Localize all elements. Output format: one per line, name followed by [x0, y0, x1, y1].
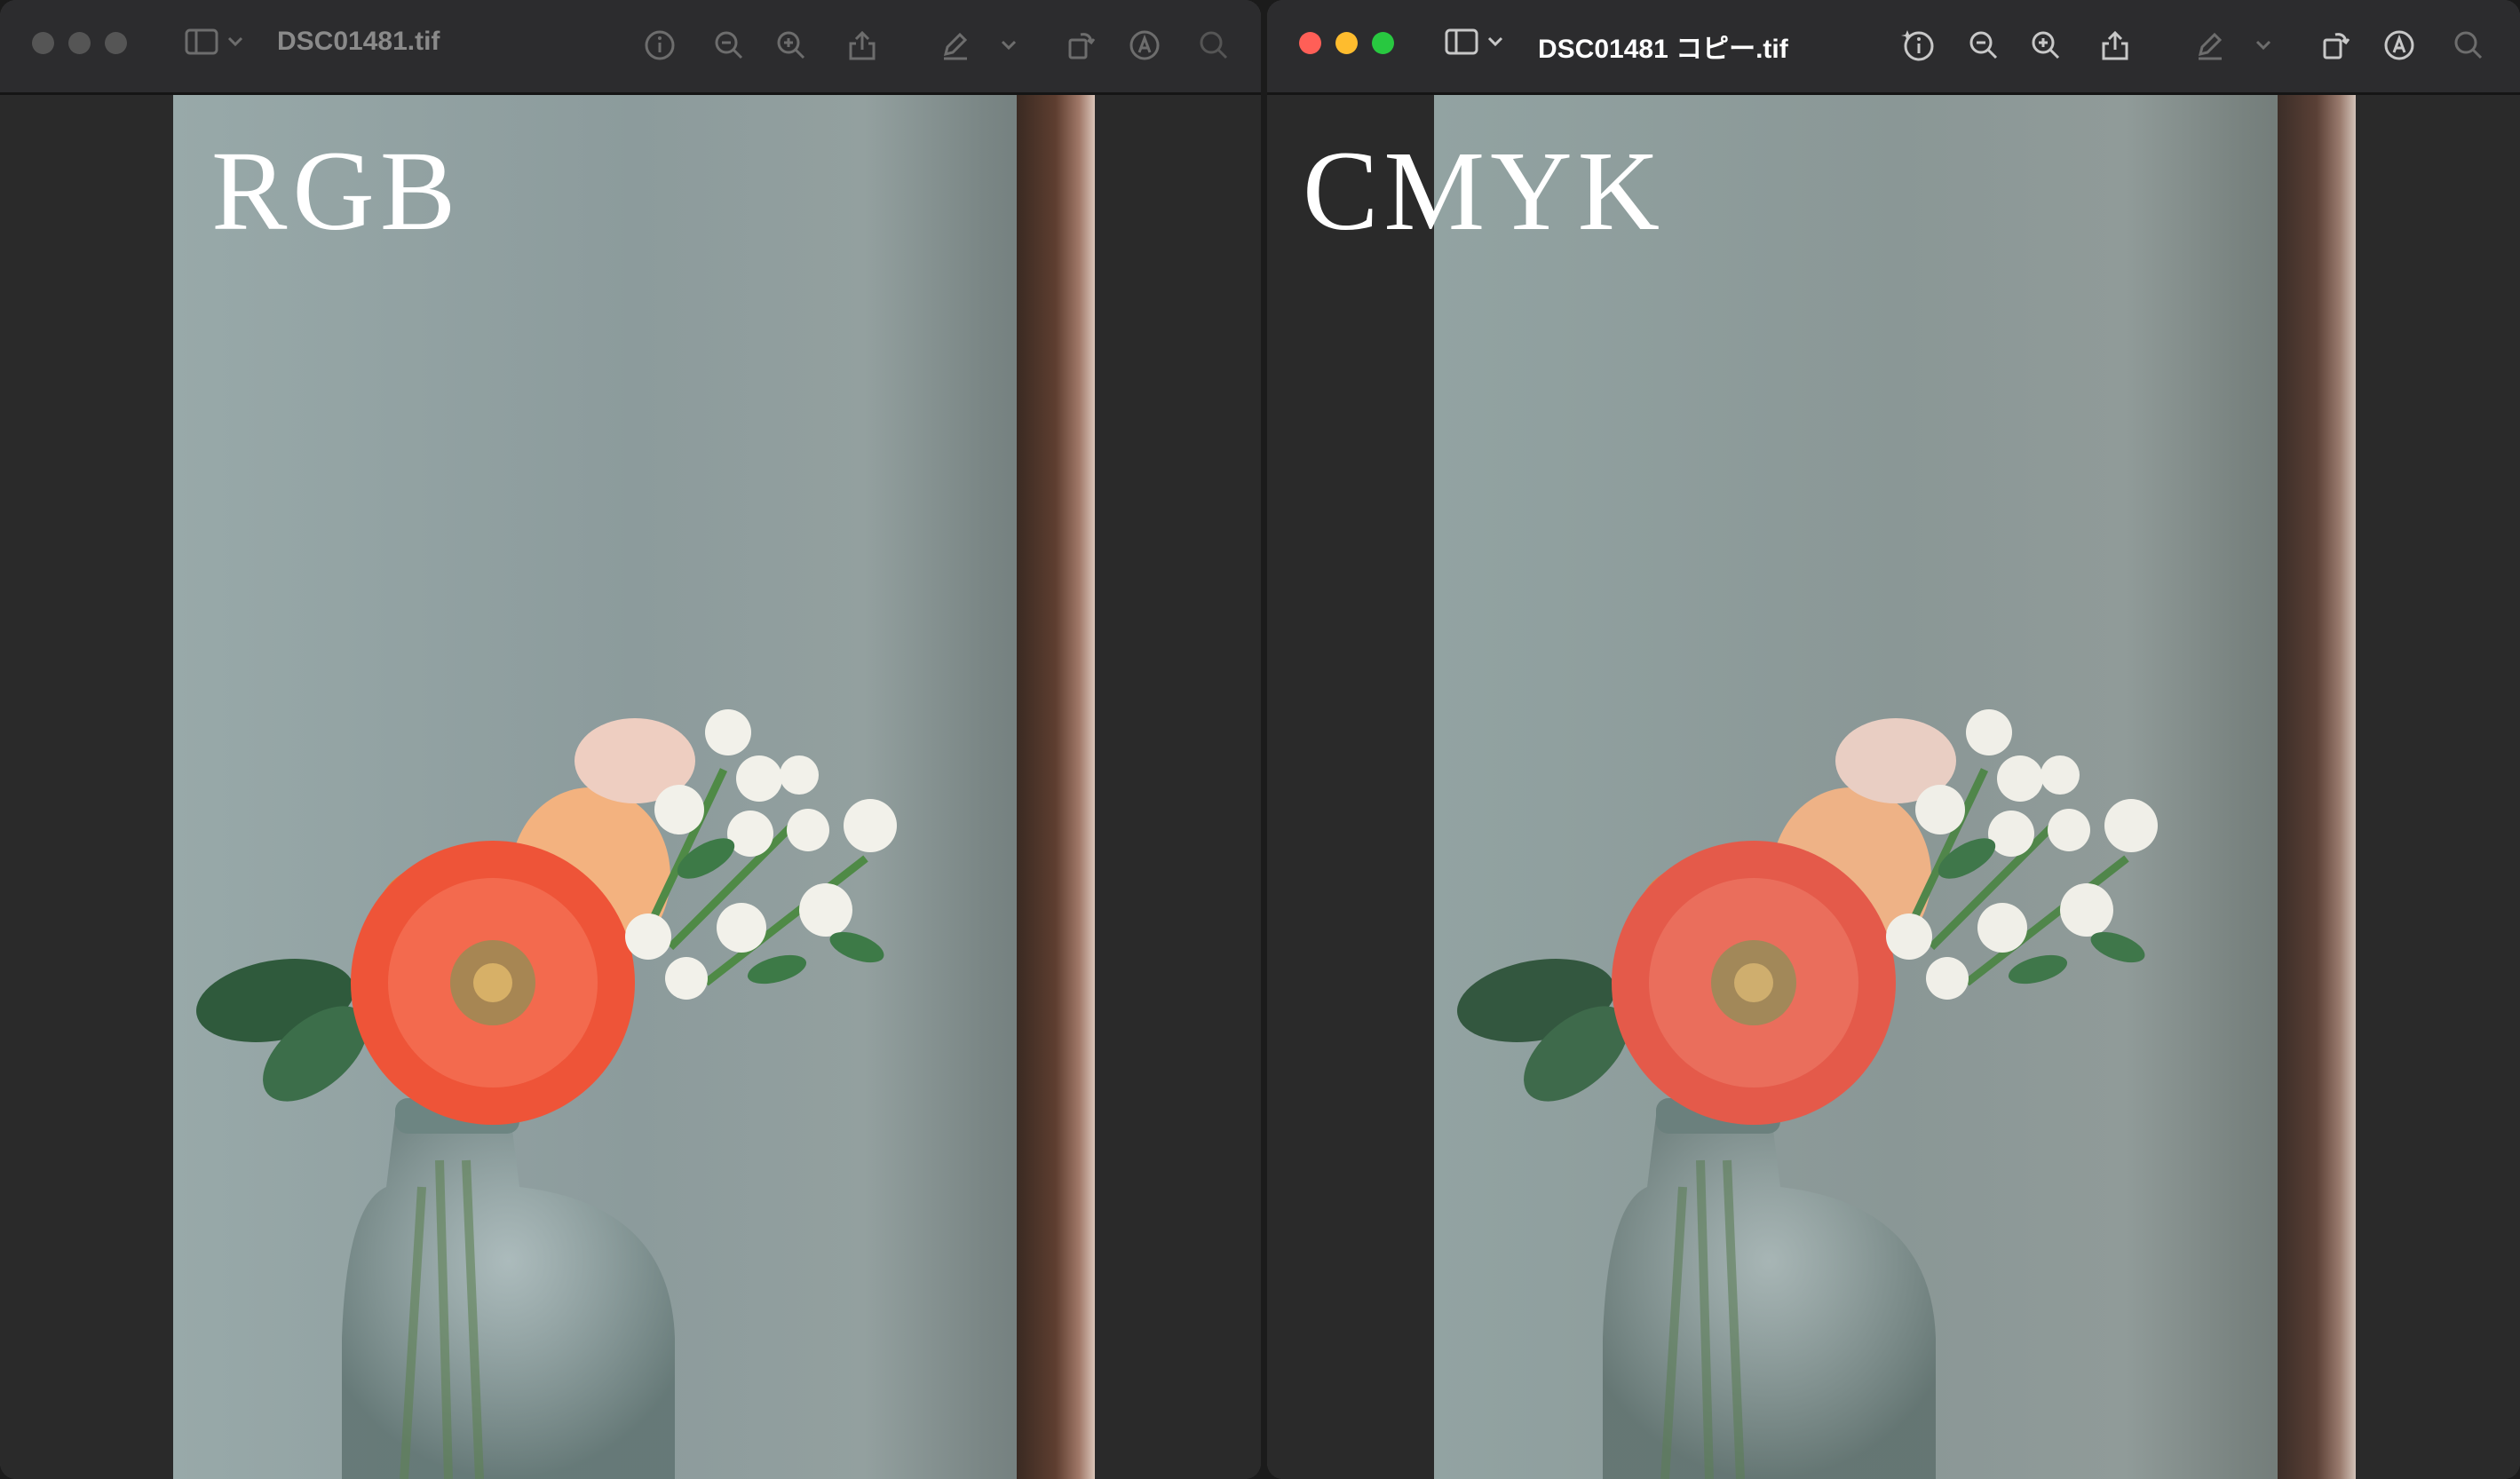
zoom-in-button[interactable]	[773, 27, 810, 64]
close-button[interactable]	[32, 32, 54, 54]
annotate-icon	[2384, 30, 2414, 60]
image-canvas: CMYK	[1267, 95, 2520, 1479]
color-mode-label: RGB	[211, 128, 462, 254]
window-title: DSC01481.tif	[277, 27, 440, 56]
rotate-button[interactable]	[2317, 27, 2354, 64]
search-button[interactable]	[1195, 27, 1232, 64]
zoom-out-button[interactable]	[1965, 27, 2002, 64]
chevron-down-icon	[2255, 40, 2271, 51]
sidebar-icon	[185, 28, 218, 55]
zoom-out-icon	[1969, 31, 1998, 59]
markup-button[interactable]	[936, 27, 973, 64]
rotate-icon	[2323, 33, 2350, 59]
color-mode-label: CMYK	[1303, 128, 1666, 254]
info-button[interactable]	[641, 27, 678, 64]
markup-icon	[943, 32, 968, 60]
image-canvas: RGB	[0, 95, 1261, 1479]
photo-image	[1434, 95, 2356, 1479]
annotate-button[interactable]	[2381, 27, 2418, 64]
chevron-down-icon	[1487, 36, 1503, 47]
markup-button[interactable]	[2191, 27, 2228, 64]
close-button[interactable]	[1299, 32, 1321, 54]
sidebar-toggle-button[interactable]	[185, 28, 243, 55]
share-button[interactable]	[844, 27, 881, 64]
window-controls	[32, 32, 127, 54]
zoom-out-icon	[715, 31, 743, 59]
info-button[interactable]	[1899, 27, 1937, 64]
title-bar: DSC01481 コピー.tif	[1267, 0, 2520, 95]
annotate-button[interactable]	[1126, 27, 1163, 64]
info-icon	[1901, 30, 1934, 61]
minimize-button[interactable]	[1335, 32, 1358, 54]
search-icon	[1200, 31, 1228, 59]
zoom-in-button[interactable]	[2027, 27, 2064, 64]
rotate-icon	[1068, 33, 1096, 59]
markup-menu-button[interactable]	[998, 27, 1019, 64]
sidebar-toggle-button[interactable]	[1445, 28, 1503, 55]
search-icon	[2454, 31, 2483, 59]
window-title: DSC01481 コピー.tif	[1538, 35, 1788, 64]
photo-image	[173, 95, 1095, 1479]
chevron-down-icon	[1001, 40, 1017, 51]
window-controls	[1299, 32, 1394, 54]
markup-icon	[2198, 32, 2223, 60]
sidebar-icon	[1445, 28, 1478, 55]
preview-window-right: DSC01481 コピー.tif CMYK	[1267, 0, 2520, 1479]
info-icon	[645, 30, 675, 60]
chevron-down-icon	[227, 36, 243, 47]
share-icon	[2102, 30, 2128, 60]
minimize-button[interactable]	[68, 32, 91, 54]
zoom-out-button[interactable]	[710, 27, 748, 64]
share-button[interactable]	[2096, 27, 2134, 64]
zoom-in-icon	[777, 31, 805, 59]
zoom-in-icon	[2032, 31, 2060, 59]
markup-menu-button[interactable]	[2253, 27, 2274, 64]
title-bar: DSC01481.tif	[0, 0, 1261, 95]
share-icon	[849, 30, 876, 60]
zoom-button[interactable]	[1372, 32, 1394, 54]
rotate-button[interactable]	[1062, 27, 1099, 64]
search-button[interactable]	[2450, 27, 2487, 64]
zoom-button[interactable]	[105, 32, 127, 54]
annotate-icon	[1129, 30, 1160, 60]
preview-window-left: DSC01481.tif RGB	[0, 0, 1261, 1479]
